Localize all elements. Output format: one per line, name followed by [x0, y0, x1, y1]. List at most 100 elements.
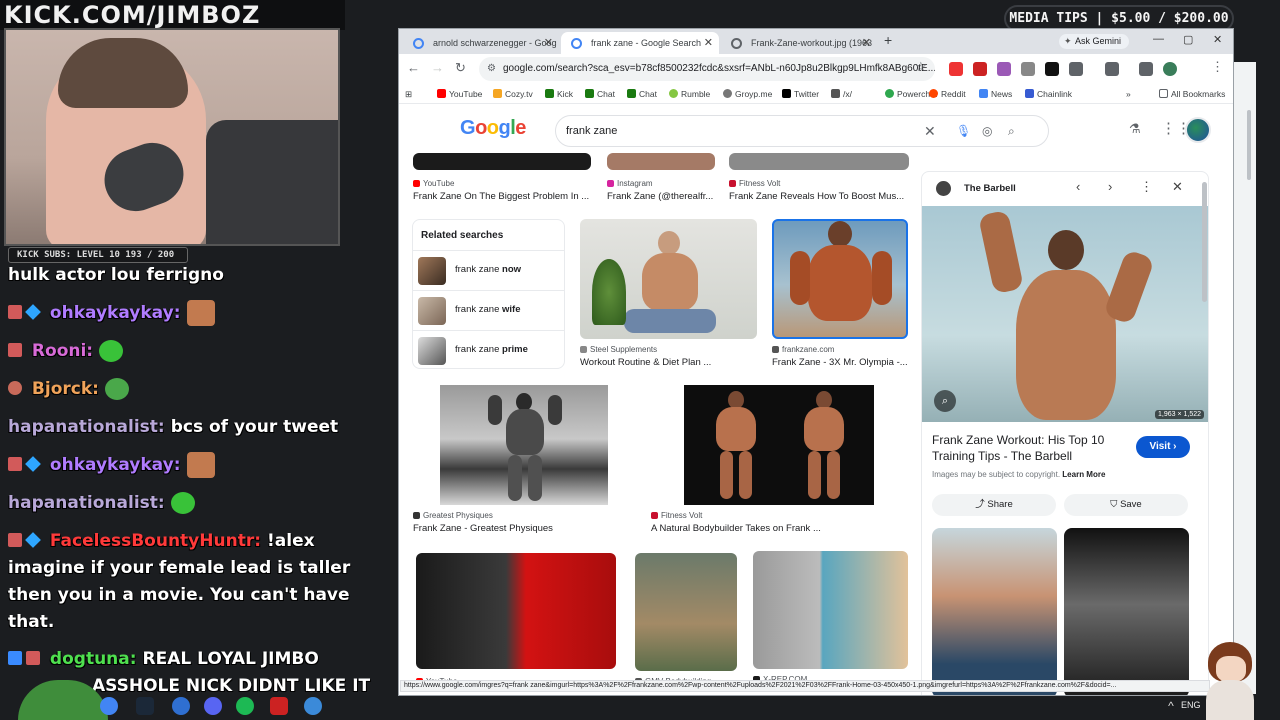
app-icon[interactable] [172, 697, 190, 715]
preview-image[interactable] [922, 206, 1208, 422]
result-thumbnail[interactable] [729, 153, 909, 170]
learn-more-link[interactable]: Learn More [1062, 470, 1105, 479]
profile-avatar[interactable] [1163, 62, 1177, 76]
bookmark-item[interactable]: Chainlink [1025, 88, 1072, 100]
tab-image[interactable]: Frank-Zane-workout.jpg (1963 ✕ [721, 32, 877, 54]
result-thumbnail[interactable] [772, 219, 908, 339]
reload-icon[interactable]: ↻ [455, 60, 466, 76]
discord-icon[interactable] [204, 697, 222, 715]
result-title[interactable]: Frank Zane - Greatest Physiques [413, 523, 636, 534]
result-title[interactable]: Frank Zane (@therealfr... [607, 191, 715, 202]
bookmark-item[interactable]: Cozy.tv [493, 88, 533, 100]
site-info-icon[interactable]: ⚙ [487, 57, 496, 81]
bookmark-item[interactable]: YouTube [437, 88, 482, 100]
result-thumbnail[interactable] [416, 553, 616, 669]
result-source: frankzane.com [772, 345, 834, 354]
tab-frank-zane[interactable]: frank zane - Google Search ✕ [561, 32, 719, 54]
extension-icon[interactable] [1021, 62, 1035, 76]
clear-icon[interactable]: ✕ [924, 116, 936, 146]
mic-icon[interactable]: 🎙 [956, 116, 971, 146]
spotify-icon[interactable] [236, 697, 254, 715]
bookmark-item[interactable]: Rumble [669, 88, 710, 100]
search-query: frank zane [566, 125, 618, 137]
bookmark-star-icon[interactable]: ☆ [915, 59, 927, 75]
globe-icon [731, 38, 742, 49]
back-icon[interactable]: ← [407, 60, 420, 75]
visit-button[interactable]: Visit › [1136, 436, 1190, 458]
prev-icon[interactable]: ‹ [1076, 179, 1080, 194]
extension-icon[interactable] [1069, 62, 1083, 76]
related-item[interactable]: frank zane prime [413, 330, 564, 370]
new-tab-icon[interactable]: + [884, 32, 892, 48]
subs-progress: KICK SUBS: LEVEL 10 193 / 200 [8, 247, 188, 263]
bookmark-item[interactable]: Reddit [929, 88, 966, 100]
result-thumbnail[interactable] [580, 219, 757, 339]
result-title[interactable]: Workout Routine & Diet Plan ... [580, 357, 757, 368]
result-title[interactable]: Frank Zane Reveals How To Boost Mus... [729, 191, 909, 202]
save-button[interactable]: ⛉ Save [1064, 494, 1188, 516]
app-icon[interactable] [270, 697, 288, 715]
panel-title[interactable]: Frank Zane Workout: His Top 10 Training … [932, 432, 1122, 464]
apps-icon[interactable]: ⊞ [405, 88, 412, 100]
related-image[interactable] [1064, 528, 1189, 695]
extension-icon[interactable] [973, 62, 987, 76]
minimize-icon[interactable]: — [1153, 33, 1164, 45]
tray-chevron-icon[interactable]: ^ [1162, 697, 1180, 715]
related-item[interactable]: frank zane now [413, 250, 564, 290]
share-button[interactable]: ⤴ Share [932, 494, 1056, 516]
result-thumbnail[interactable] [684, 385, 874, 505]
bookmark-item[interactable]: News [979, 88, 1012, 100]
account-avatar[interactable] [1185, 117, 1211, 143]
extension-icon[interactable] [1105, 62, 1119, 76]
steam-icon[interactable] [136, 697, 154, 715]
tab-arnold[interactable]: arnold schwarzenegger - Goog ✕ [403, 32, 559, 54]
lens-icon[interactable]: ◎ [982, 116, 992, 146]
x-extension-icon[interactable] [1045, 62, 1059, 76]
result-thumbnail[interactable] [440, 385, 608, 505]
result-thumbnail[interactable] [753, 551, 908, 669]
result-title[interactable]: Frank Zane - 3X Mr. Olympia -... [772, 357, 908, 368]
app-icon[interactable] [304, 697, 322, 715]
result-title[interactable]: Frank Zane On The Biggest Problem In ... [413, 191, 591, 202]
address-bar[interactable]: ⚙ google.com/search?sca_esv=b78cf8500232… [479, 57, 935, 81]
bookmark-item[interactable]: Chat [627, 88, 657, 100]
result-thumbnail[interactable] [635, 553, 737, 671]
lens-search-icon[interactable]: ⌕ [934, 390, 956, 412]
more-options-icon[interactable]: ⋮ [1140, 179, 1153, 195]
menu-icon[interactable]: ⋮ [1211, 59, 1224, 75]
chrome-icon[interactable] [100, 697, 118, 715]
extension-icon[interactable] [997, 62, 1011, 76]
close-tab-icon[interactable]: ✕ [544, 32, 553, 54]
result-thumbnail[interactable] [607, 153, 715, 170]
extension-icon[interactable] [1139, 62, 1153, 76]
forward-icon[interactable]: → [431, 60, 444, 75]
bookmark-item[interactable]: Chat [585, 88, 615, 100]
labs-icon[interactable]: ⚗ [1129, 121, 1141, 137]
close-window-icon[interactable]: ✕ [1213, 33, 1222, 46]
maximize-icon[interactable]: ▢ [1183, 33, 1193, 46]
bookmarks-overflow-icon[interactable]: » [1126, 88, 1131, 100]
next-icon[interactable]: › [1108, 179, 1112, 194]
panel-scrollbar[interactable] [1202, 182, 1207, 302]
folder-icon [1159, 89, 1168, 98]
all-bookmarks[interactable]: All Bookmarks [1159, 88, 1225, 100]
chat-message: FacelessBountyHuntr: !alex [8, 528, 315, 555]
close-tab-icon[interactable]: ✕ [862, 32, 871, 54]
webcam-feed [4, 28, 340, 246]
search-input[interactable]: frank zane ✕ 🎙 ◎ ⌕ [555, 115, 1049, 147]
panel-site-name[interactable]: The Barbell [964, 183, 1016, 194]
bookmark-item[interactable]: /x/ [831, 88, 852, 100]
bookmark-item[interactable]: Twitter [782, 88, 819, 100]
google-logo[interactable]: Google [460, 117, 526, 140]
result-thumbnail[interactable] [413, 153, 591, 170]
extension-icon[interactable] [949, 62, 963, 76]
related-item[interactable]: frank zane wife [413, 290, 564, 330]
close-panel-icon[interactable]: ✕ [1172, 179, 1183, 195]
result-title[interactable]: A Natural Bodybuilder Takes on Frank ... [651, 523, 909, 534]
search-icon[interactable]: ⌕ [1008, 116, 1015, 146]
bookmark-item[interactable]: Kick [545, 88, 573, 100]
bookmark-item[interactable]: Groyp.me [723, 88, 772, 100]
ask-gemini-button[interactable]: Ask Gemini [1059, 34, 1130, 49]
close-tab-icon[interactable]: ✕ [704, 32, 713, 54]
related-image[interactable] [932, 528, 1057, 695]
